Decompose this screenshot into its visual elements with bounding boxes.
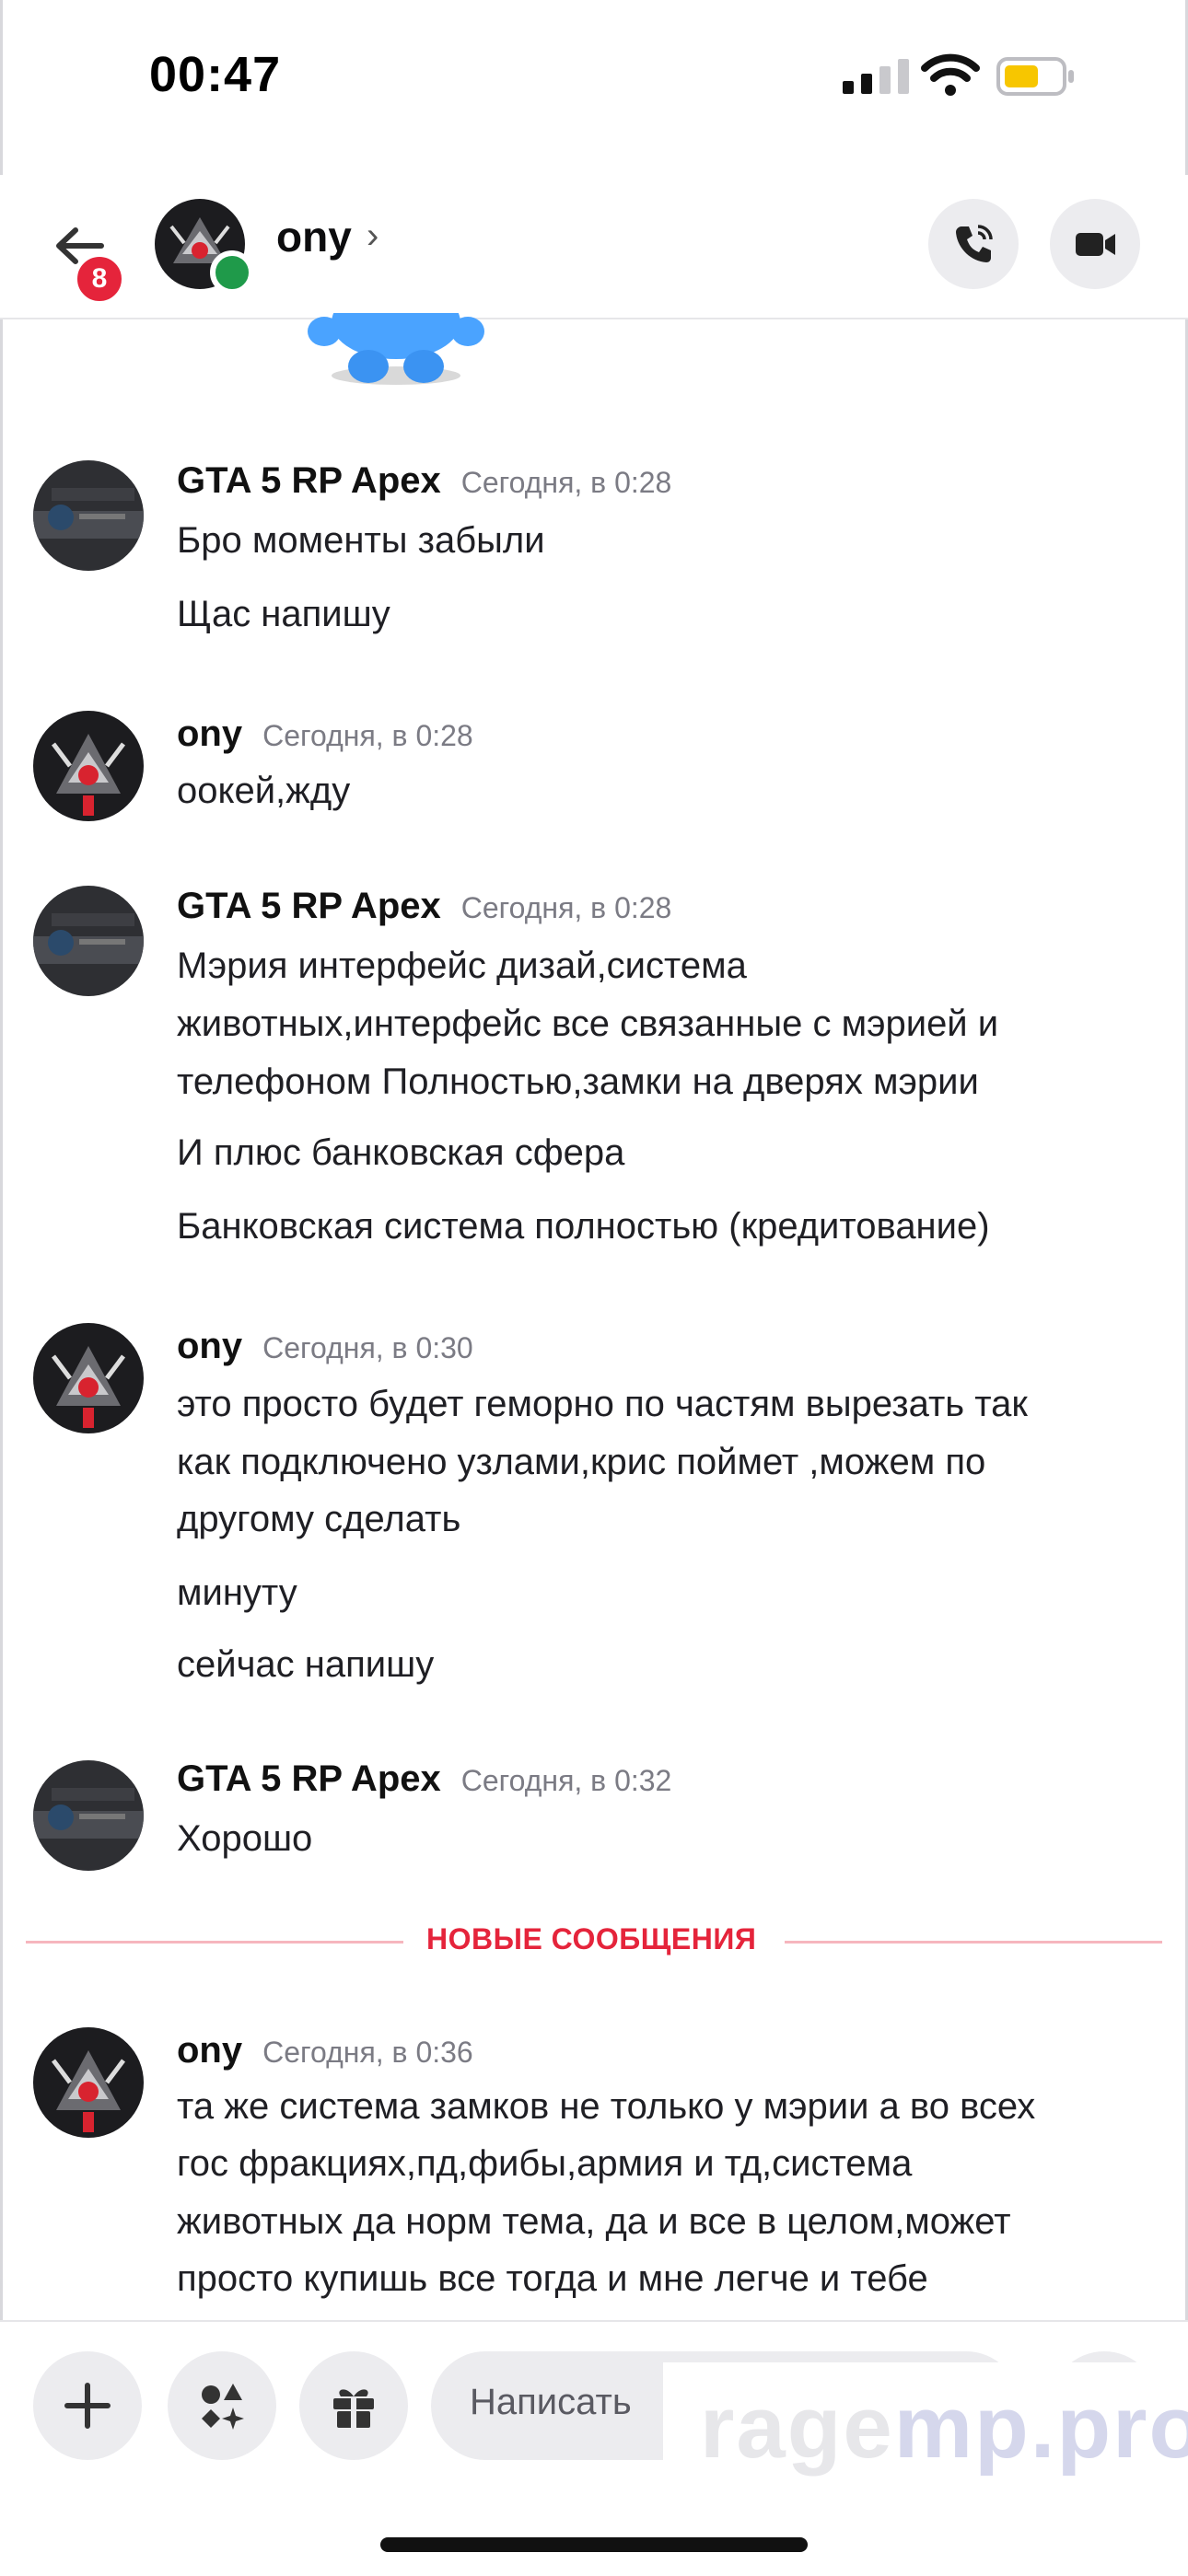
sticker-image (308, 313, 484, 385)
message-author[interactable]: GTA 5 RP Apex Сегодня, в 0:32 (177, 1758, 671, 1800)
plus-icon (64, 2383, 111, 2429)
message-author[interactable]: GTA 5 RP Apex Сегодня, в 0:28 (177, 886, 671, 927)
message-time: Сегодня, в 0:28 (460, 891, 672, 924)
online-status-dot (210, 250, 254, 295)
battery-icon (996, 57, 1074, 96)
contact-name[interactable]: ony (276, 212, 352, 261)
message-time: Сегодня, в 0:28 (460, 466, 672, 499)
message-text: другому сделать (177, 1499, 461, 1539)
message-text: та же система замков не только у мэрии а… (177, 2086, 1036, 2127)
message-author[interactable]: ony Сегодня, в 0:36 (177, 2030, 473, 2071)
wifi-icon (921, 53, 980, 96)
voice-call-button[interactable] (928, 199, 1019, 289)
watermark-text: ragemp.pro (700, 2378, 1188, 2477)
message-text: И плюс банковская сфера (177, 1132, 625, 1173)
apps-button[interactable] (168, 2351, 276, 2460)
avatar-ony[interactable] (33, 1323, 144, 1433)
gift-button[interactable] (299, 2351, 408, 2460)
add-attachment-button[interactable] (33, 2351, 142, 2460)
message-time: Сегодня, в 0:30 (262, 1331, 473, 1364)
avatar-apex[interactable] (33, 1760, 144, 1871)
message-text: Банковская система полностью (кредитован… (177, 1206, 990, 1247)
unread-count-badge: 8 (74, 253, 125, 305)
new-messages-label: НОВЫЕ СООБЩЕНИЯ (426, 1922, 757, 1955)
message-text: Щас напишу (177, 594, 390, 634)
chat-header: 8 ony › (0, 175, 1188, 319)
message-text: сейчас напишу (177, 1644, 435, 1685)
chevron-right-icon[interactable]: › (367, 215, 379, 257)
message-text: как подключено узлами,крис поймет ,можем… (177, 1442, 986, 1482)
phone-icon (956, 225, 993, 262)
avatar-apex[interactable] (33, 460, 144, 571)
frame-left-edge (0, 0, 3, 2574)
message-text: телефоном Полностью,замки на дверях мэри… (177, 1062, 979, 1102)
message-text: минуту (177, 1572, 297, 1613)
shapes-icon (202, 2384, 244, 2430)
avatar-ony[interactable] (33, 2027, 144, 2138)
message-time: Сегодня, в 0:28 (262, 719, 473, 752)
message-text: Мэрия интерфейс дизай,система (177, 946, 747, 986)
message-author[interactable]: ony Сегодня, в 0:28 (177, 714, 473, 755)
video-call-button[interactable] (1050, 199, 1140, 289)
message-text: Хорошо (177, 1818, 313, 1859)
message-author[interactable]: GTA 5 RP Apex Сегодня, в 0:28 (177, 460, 671, 502)
gift-icon (333, 2389, 374, 2428)
message-time: Сегодня, в 0:36 (262, 2036, 473, 2069)
message-author[interactable]: ony Сегодня, в 0:30 (177, 1326, 473, 1367)
message-text: животных,интерфейс все связанные с мэрие… (177, 1004, 999, 1044)
message-text: Бро моменты забыли (177, 520, 545, 561)
message-text: это просто будет геморно по частям вырез… (177, 1384, 1028, 1424)
message-text: просто купишь все тогда и мне легче и те… (177, 2258, 928, 2299)
message-input-placeholder: Написать (470, 2382, 632, 2422)
message-text: гос фракциях,пд,фибы,армия и тд,система (177, 2143, 913, 2184)
status-time: 00:47 (149, 47, 282, 102)
message-text: оокей,жду (177, 771, 351, 811)
video-camera-icon (1076, 233, 1115, 256)
cellular-signal-icon (843, 59, 909, 94)
message-time: Сегодня, в 0:32 (460, 1764, 672, 1797)
avatar-apex[interactable] (33, 886, 144, 996)
message-text: животных да норм тема, да и все в целом,… (177, 2201, 1011, 2242)
avatar-ony[interactable] (33, 711, 144, 821)
home-indicator[interactable] (380, 2537, 808, 2552)
